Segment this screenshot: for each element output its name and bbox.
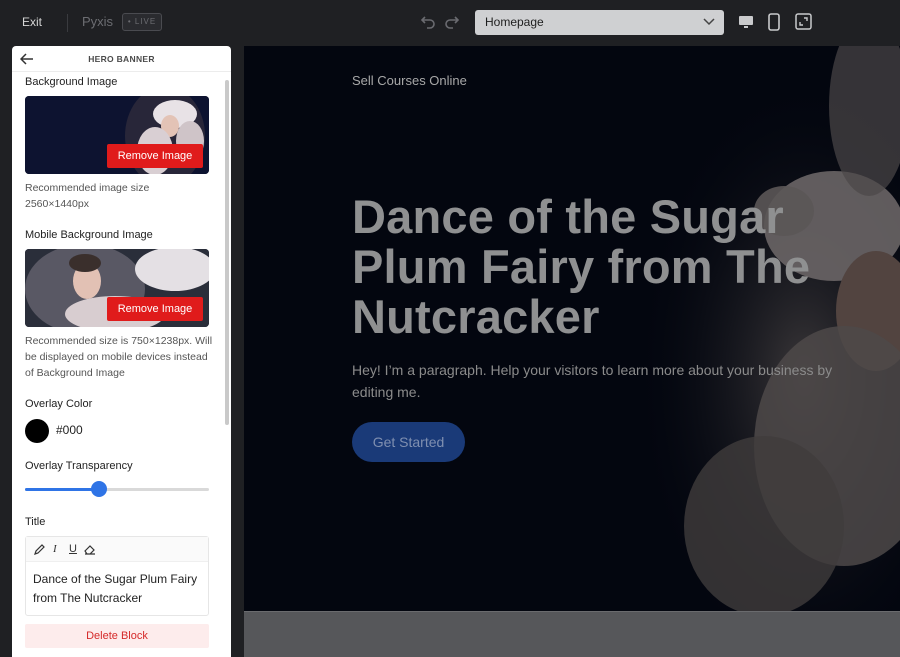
delete-block-button[interactable]: Delete Block: [25, 624, 209, 648]
toolbar-divider: [67, 14, 68, 32]
background-image-label: Background Image: [25, 76, 118, 88]
redo-icon[interactable]: [444, 13, 460, 29]
undo-icon[interactable]: [420, 13, 436, 29]
editor-toolbar: I U: [26, 537, 208, 562]
underline-icon[interactable]: U: [69, 543, 77, 555]
chevron-down-icon: [703, 18, 715, 26]
panel-header: HERO BANNER: [12, 46, 231, 72]
overlay-color-label: Overlay Color: [25, 398, 93, 410]
overlay-transparency-label: Overlay Transparency: [25, 460, 133, 472]
pen-icon[interactable]: [34, 544, 45, 555]
fullscreen-icon[interactable]: [795, 13, 812, 30]
background-image-hint: Recommended image size 2560×1440px: [25, 182, 150, 210]
slider-fill: [25, 488, 99, 491]
exit-button[interactable]: Exit: [22, 15, 42, 29]
slider-handle[interactable]: [90, 481, 107, 497]
mobile-background-image-label: Mobile Background Image: [25, 229, 153, 241]
next-section-placeholder: [244, 611, 900, 657]
overlay-color-value[interactable]: #000: [56, 423, 83, 437]
page-selector-value: Homepage: [485, 15, 544, 29]
remove-mobile-image-button[interactable]: Remove Image: [107, 297, 203, 321]
get-started-button[interactable]: Get Started: [352, 422, 465, 462]
panel-title: HERO BANNER: [88, 54, 155, 64]
title-editor[interactable]: I U Dance of the Sugar Plum Fairy from T…: [25, 536, 209, 616]
mobile-icon[interactable]: [767, 13, 781, 31]
remove-background-image-button[interactable]: Remove Image: [107, 144, 203, 168]
hero-paragraph[interactable]: Hey! I’m a paragraph. Help your visitors…: [352, 359, 852, 403]
hero-title[interactable]: Dance of the Sugar Plum Fairy from The N…: [352, 192, 872, 342]
top-toolbar: Exit Pyxis • LIVE Homepage: [0, 0, 900, 46]
eraser-icon[interactable]: [84, 544, 96, 555]
page-preview: Sell Courses Online Dance of the Sugar P…: [244, 46, 900, 657]
hero-banner[interactable]: Sell Courses Online Dance of the Sugar P…: [244, 46, 900, 611]
overlay-color-swatch[interactable]: [25, 419, 49, 443]
title-editor-text[interactable]: Dance of the Sugar Plum Fairy from The N…: [26, 562, 208, 616]
page-selector[interactable]: Homepage: [475, 10, 724, 35]
overlay-transparency-slider[interactable]: [25, 481, 209, 497]
title-label: Title: [25, 516, 46, 528]
site-name: Pyxis: [82, 14, 114, 29]
background-image-thumbnail[interactable]: Remove Image: [25, 96, 209, 174]
settings-panel: HERO BANNER Background Image Remove Imag…: [12, 46, 231, 657]
hero-kicker[interactable]: Sell Courses Online: [352, 73, 467, 88]
desktop-icon[interactable]: [738, 14, 754, 30]
italic-icon[interactable]: I: [53, 543, 57, 555]
live-status-badge: • LIVE: [122, 13, 162, 31]
mobile-image-hint: Recommended size is 750×1238px. Will be …: [25, 335, 213, 379]
panel-scrollbar[interactable]: [225, 80, 229, 425]
mobile-background-image-thumbnail[interactable]: Remove Image: [25, 249, 209, 327]
